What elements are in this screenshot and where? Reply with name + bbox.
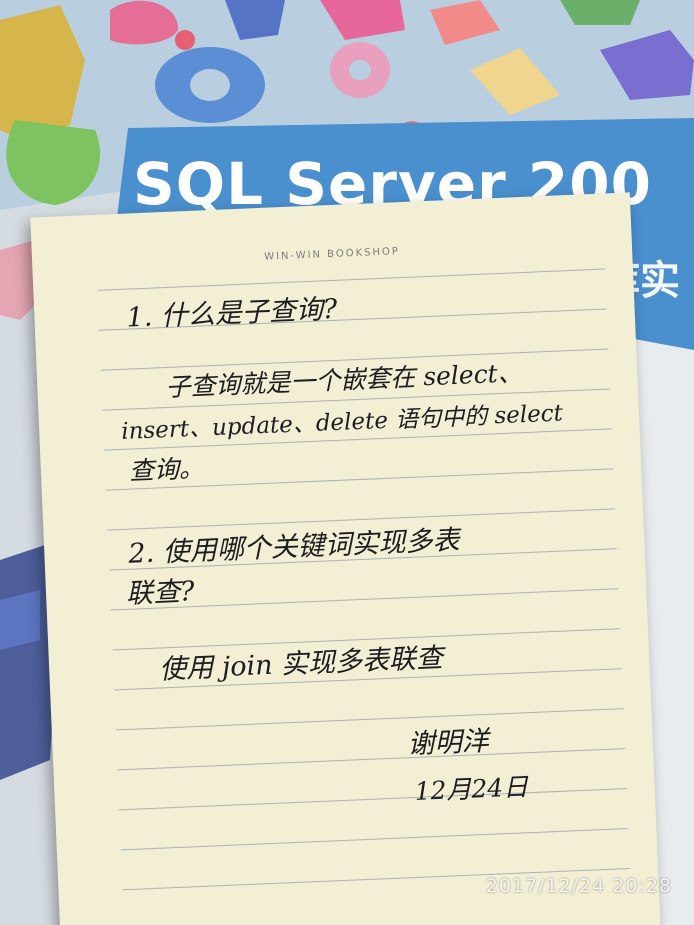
notebook-page: WIN-WIN BOOKSHOP 1. 什么是子查询? 子查询就是一个嵌套在 s… xyxy=(30,192,661,925)
answer-1-line-3: 查询。 xyxy=(128,453,205,486)
ruled-line xyxy=(97,268,605,291)
question-2-line-2: 联查? xyxy=(125,576,196,610)
ruled-line xyxy=(119,788,627,811)
photo-timestamp: 2017/12/24 20:28 xyxy=(485,875,672,897)
ruled-line xyxy=(115,708,624,731)
question-1: 1. 什么是子查询? xyxy=(125,293,338,334)
signature-date: 12月24日 xyxy=(414,772,529,806)
ruled-line xyxy=(120,828,629,851)
answer-2: 使用 join 实现多表联查 xyxy=(158,642,444,686)
ruled-line xyxy=(117,748,626,771)
notebook-brand: WIN-WIN BOOKSHOP xyxy=(264,246,401,263)
photo-scene: SQL Server 200 据库实 WIN-WIN BOOKSHOP 1. 什… xyxy=(0,0,694,925)
signature-name: 谢明洋 xyxy=(407,725,490,761)
